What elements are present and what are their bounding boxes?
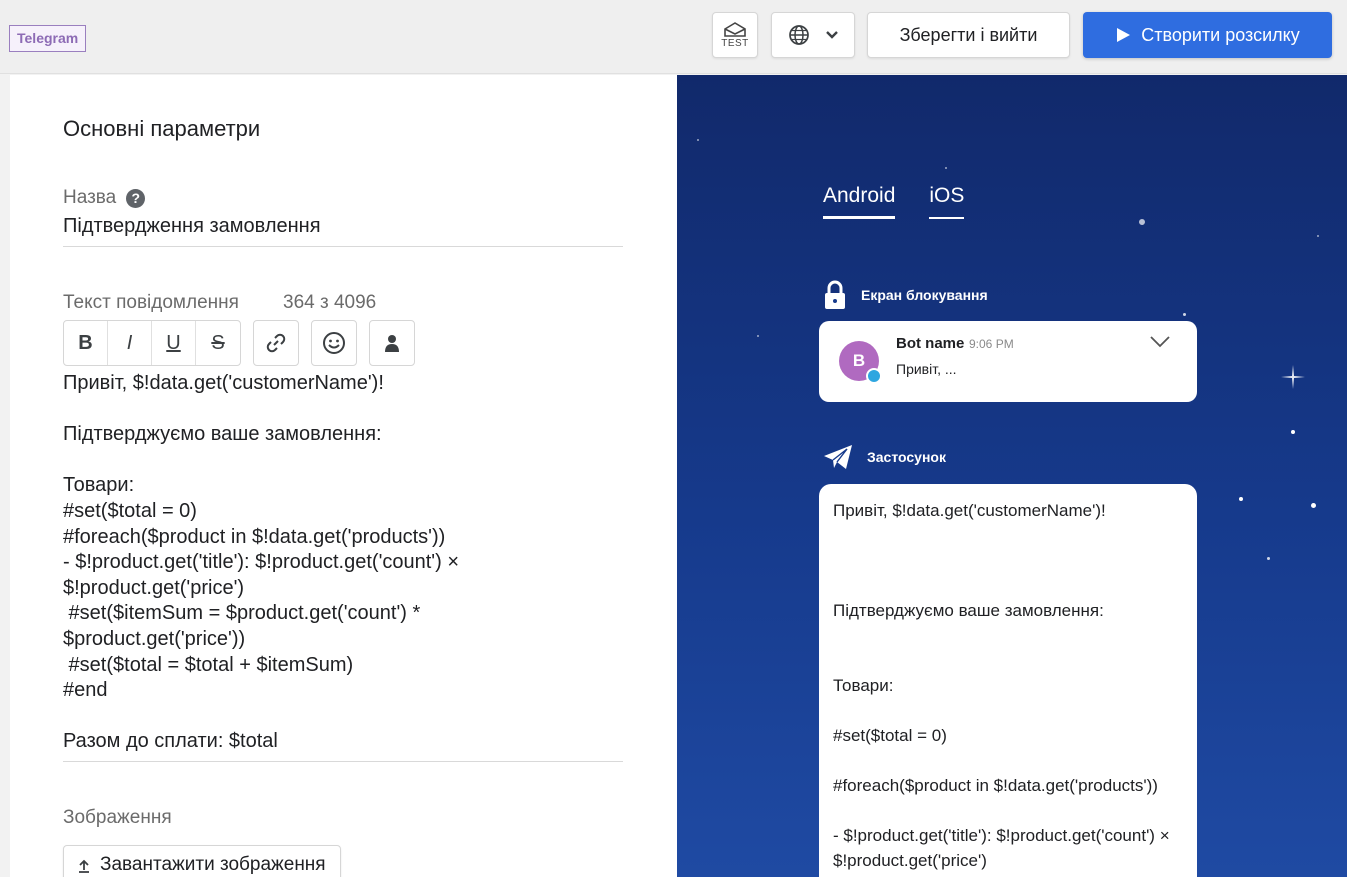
editor-line: Привіт, $!data.get('customerName')! bbox=[63, 372, 384, 394]
editor-line: #set($total = $total + $itemSum) bbox=[63, 653, 354, 676]
tab-android[interactable]: Android bbox=[823, 184, 896, 219]
telegram-badge-icon bbox=[866, 368, 882, 384]
emoji-group bbox=[311, 320, 357, 366]
star-decoration bbox=[757, 335, 759, 337]
sparkle-icon bbox=[1281, 365, 1305, 389]
test-envelope-icon bbox=[724, 22, 746, 37]
settings-form: Основні параметри Назва ? Підтвердження … bbox=[10, 75, 677, 877]
preview-line: Підтверджуємо ваше замовлення: bbox=[833, 601, 1104, 620]
app-message-bubble: Привіт, $!data.get('customerName')! Підт… bbox=[819, 484, 1197, 877]
editor-line: #end bbox=[63, 679, 108, 702]
preview-line: Привіт, $!data.get('customerName')! bbox=[833, 501, 1106, 520]
platform-tabs: Android iOS bbox=[823, 184, 965, 219]
upload-icon bbox=[79, 859, 89, 873]
link-icon bbox=[266, 333, 286, 353]
preview-line: #foreach($product in $!data.get('product… bbox=[833, 776, 1158, 795]
star-decoration bbox=[1139, 219, 1145, 225]
help-icon[interactable]: ? bbox=[126, 188, 146, 208]
app-section: Застосунок bbox=[823, 444, 946, 470]
italic-button[interactable]: I bbox=[108, 321, 152, 365]
name-label: Назва ? bbox=[63, 187, 146, 209]
avatar: B bbox=[839, 341, 882, 384]
message-editor-underline bbox=[63, 761, 623, 762]
chevron-down-icon bbox=[825, 31, 838, 39]
star-decoration bbox=[1291, 430, 1295, 434]
globe-icon bbox=[788, 25, 809, 45]
underline-button[interactable]: U bbox=[152, 321, 196, 365]
link-group bbox=[253, 320, 299, 366]
editor-line: Товари: bbox=[63, 474, 135, 497]
image-label: Зображення bbox=[63, 807, 172, 828]
name-input-underline bbox=[63, 246, 623, 247]
name-input[interactable]: Підтвердження замовлення bbox=[63, 215, 321, 238]
top-bar: Telegram TEST Зберегти і вийти Створити … bbox=[0, 0, 1347, 74]
editor-line: #set($total = 0) bbox=[63, 499, 197, 522]
strikethrough-button[interactable]: S bbox=[196, 321, 240, 365]
variable-group bbox=[369, 320, 415, 366]
editor-line: Разом до сплати: $total bbox=[63, 730, 278, 753]
editor-line: - $!product.get('title'): $!product.get(… bbox=[63, 551, 460, 574]
name-label-text: Назва bbox=[63, 187, 117, 208]
telegram-plane-icon bbox=[824, 445, 852, 469]
text-style-group: B I U S bbox=[63, 320, 241, 366]
upload-image-button[interactable]: Завантажити зображення bbox=[63, 845, 341, 877]
star-decoration bbox=[1239, 497, 1243, 501]
notification-text: Привіт, ... bbox=[896, 361, 957, 377]
create-mailing-button[interactable]: Створити розсилку bbox=[1083, 12, 1332, 58]
star-decoration bbox=[1317, 235, 1319, 237]
section-title: Основні параметри bbox=[63, 116, 261, 141]
editor-line: $product.get('price')) bbox=[63, 627, 246, 650]
emoji-button[interactable] bbox=[312, 321, 356, 365]
upload-image-label: Завантажити зображення bbox=[100, 854, 326, 875]
lock-screen-section: Екран блокування bbox=[823, 280, 988, 310]
preview-line: #set($total = 0) bbox=[833, 726, 947, 745]
notification-sender: Bot name bbox=[896, 335, 965, 352]
star-decoration bbox=[945, 167, 947, 169]
preview-panel: Android iOS Екран блокування B Bot name … bbox=[677, 75, 1347, 877]
lock-screen-label: Екран блокування bbox=[861, 287, 988, 303]
link-button[interactable] bbox=[254, 321, 298, 365]
create-mailing-label: Створити розсилку bbox=[1141, 24, 1300, 45]
message-text-label: Текст повідомлення bbox=[63, 292, 239, 313]
preview-line: Товари: bbox=[833, 676, 894, 695]
editor-line: #foreach($product in $!data.get('product… bbox=[63, 525, 446, 548]
preview-line: $!product.get('price') bbox=[833, 851, 987, 870]
preview-line: - $!product.get('title'): $!product.get(… bbox=[833, 826, 1170, 845]
editor-line: #set($itemSum = $product.get('count') * bbox=[63, 602, 421, 625]
star-decoration bbox=[697, 139, 699, 141]
language-select[interactable] bbox=[771, 12, 855, 58]
message-editor[interactable]: Привіт, $!data.get('customerName')! Підт… bbox=[63, 371, 623, 755]
channel-badge: Telegram bbox=[9, 25, 87, 52]
save-and-exit-button[interactable]: Зберегти і вийти bbox=[867, 12, 1070, 58]
notification-time: 9:06 PM bbox=[969, 337, 1014, 351]
lock-icon bbox=[825, 280, 845, 309]
star-decoration bbox=[1183, 313, 1186, 316]
test-send-button[interactable]: TEST bbox=[712, 12, 758, 58]
lock-screen-notification: B Bot name 9:06 PM Привіт, ... bbox=[819, 321, 1197, 402]
avatar-letter: B bbox=[852, 351, 866, 370]
person-icon bbox=[385, 335, 399, 352]
format-toolbar: B I U S bbox=[63, 320, 415, 366]
tab-ios[interactable]: iOS bbox=[929, 184, 965, 219]
star-decoration bbox=[1311, 503, 1316, 508]
test-label: TEST bbox=[721, 38, 749, 49]
editor-line: $!product.get('price') bbox=[63, 576, 245, 599]
play-icon bbox=[1117, 28, 1131, 42]
star-decoration bbox=[1267, 557, 1270, 560]
bold-button[interactable]: B bbox=[64, 321, 108, 365]
editor-line: Підтверджуємо ваше замовлення: bbox=[63, 423, 382, 446]
chevron-down-icon[interactable] bbox=[1149, 335, 1171, 349]
emoji-icon bbox=[323, 332, 345, 354]
character-counter: 364 з 4096 bbox=[283, 292, 377, 313]
insert-variable-button[interactable] bbox=[370, 321, 414, 365]
app-label: Застосунок bbox=[867, 449, 946, 465]
